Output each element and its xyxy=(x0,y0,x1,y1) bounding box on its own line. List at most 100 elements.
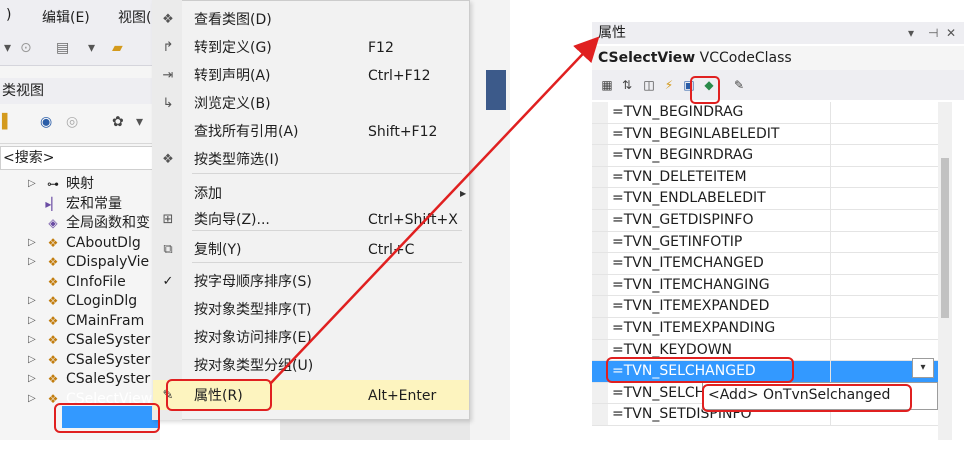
context-menu-item[interactable]: ⇥ 转到声明(A) Ctrl+F12 xyxy=(152,62,470,90)
tree-item[interactable]: ▷ ❖ CAboutDlg xyxy=(0,233,160,253)
tree-item-label: CLoginDlg xyxy=(66,293,138,309)
close-icon[interactable]: ✕ xyxy=(946,22,956,44)
context-menu-item[interactable]: 按对象访问排序(E) xyxy=(152,324,470,352)
context-menu-item[interactable]: ❖ 查看类图(D) xyxy=(152,6,470,34)
settings-gear-icon[interactable]: ✿ xyxy=(112,114,124,130)
context-menu-separator xyxy=(192,230,462,231)
context-menu-item-shortcut: F12 xyxy=(368,40,394,56)
context-menu-item[interactable]: 按对象类型排序(T) xyxy=(152,296,470,324)
expand-arrow-icon[interactable]: ▷ xyxy=(28,291,36,311)
properties-title-bar: 属性 ▾ ⊣ ✕ xyxy=(592,22,964,44)
dropdown-icon[interactable]: ▾ xyxy=(88,40,95,56)
menu-item-view[interactable]: 视图( xyxy=(118,7,151,27)
context-menu-item[interactable]: ✓ 按字母顺序排序(S) xyxy=(152,268,470,296)
expand-arrow-icon[interactable]: ▷ xyxy=(28,252,36,272)
browse-definition-icon: ↳ xyxy=(162,96,174,111)
class-view-title: 类视图 xyxy=(0,78,160,104)
expand-arrow-icon[interactable]: ▷ xyxy=(28,330,36,350)
event-row[interactable]: =TVN_ITEMCHANGING xyxy=(592,274,938,297)
event-row[interactable]: =TVN_GETINFOTIP xyxy=(592,231,938,254)
context-menu-item[interactable]: 按对象类型分组(U) xyxy=(152,352,470,380)
context-menu-item-label: 按对象访问排序(E) xyxy=(194,330,312,346)
tree-item[interactable]: ▷ ❖ CDispalyVie xyxy=(0,252,160,272)
context-menu-item[interactable]: ↳ 浏览定义(B) xyxy=(152,90,470,118)
context-menu-item[interactable]: ❖ 按类型筛选(I) xyxy=(152,146,470,174)
annotation-messages-button-border xyxy=(690,76,720,104)
tree-item[interactable]: ▷ ❖ CSaleSyster xyxy=(0,350,160,370)
property-wrench-icon[interactable]: ✎ xyxy=(730,76,748,94)
global-icon: ◈ xyxy=(48,216,58,230)
context-menu-item[interactable]: ⧉ 复制(Y) Ctrl+C xyxy=(152,236,470,264)
properties-object-selector[interactable]: CSelectView VCCodeClass xyxy=(592,46,964,70)
macro-icon: ▸▏ xyxy=(45,196,61,211)
expand-arrow-icon[interactable]: ▷ xyxy=(28,311,36,331)
tree-item[interactable]: ❖ CInfoFile xyxy=(0,272,160,292)
context-menu-item[interactable]: 添加 ▶ xyxy=(152,180,470,208)
dropdown-icon[interactable]: ▾ xyxy=(136,114,143,130)
check-icon: ✓ xyxy=(162,274,174,289)
handler-dropdown-chevron-down-icon[interactable]: ▾ xyxy=(912,358,934,378)
row-gutter xyxy=(592,318,608,339)
tree-item-label: CSaleSyster xyxy=(66,371,151,387)
context-menu-item[interactable]: ↱ 转到定义(G) F12 xyxy=(152,34,470,62)
row-gutter xyxy=(592,274,608,296)
event-row[interactable]: =TVN_ITEMEXPANDED xyxy=(592,296,938,318)
row-gutter xyxy=(592,123,608,145)
event-row[interactable]: =TVN_ITEMEXPANDING xyxy=(592,318,938,340)
expand-arrow-icon[interactable]: ▷ xyxy=(28,350,36,370)
row-gutter xyxy=(592,296,608,317)
class-icon: ❖ xyxy=(47,294,59,308)
copy-icon: ⧉ xyxy=(163,242,173,257)
tree-item[interactable]: ▷ ❖ CSaleSyster xyxy=(0,330,160,350)
class-icon: ❖ xyxy=(47,352,59,367)
scrollbar-thumb[interactable] xyxy=(941,158,949,318)
forward-icon[interactable]: ◎ xyxy=(66,114,78,130)
context-menu-separator xyxy=(192,173,462,174)
tree-item[interactable]: ▷ ⊶ 映射 xyxy=(0,174,160,194)
row-gutter xyxy=(592,382,608,404)
tree-item[interactable]: ◈ 全局函数和变 xyxy=(0,213,160,233)
folder-icon[interactable]: ▌ xyxy=(2,114,13,130)
property-pages-icon[interactable]: ◫ xyxy=(640,76,658,94)
event-row[interactable]: =TVN_BEGINDRAG xyxy=(592,102,938,124)
row-gutter xyxy=(592,231,608,253)
main-toolbar: ▾ ⊙ ▤ ▾ ▰ xyxy=(0,32,160,66)
column-divider xyxy=(830,166,831,188)
menu-item-edit[interactable]: 编辑(E) xyxy=(42,7,90,27)
goto-definition-icon: ↱ xyxy=(162,40,174,55)
tree-item-label: CAboutDlg xyxy=(66,234,141,251)
context-menu-item-label: 按字母顺序排序(S) xyxy=(194,274,312,290)
open-folder-icon[interactable]: ▰ xyxy=(112,40,123,56)
expand-arrow-icon[interactable]: ▷ xyxy=(28,369,36,389)
event-row[interactable]: =TVN_BEGINRDRAG xyxy=(592,145,938,167)
expand-arrow-icon[interactable]: ▷ xyxy=(28,389,36,409)
new-item-icon[interactable]: ▤ xyxy=(56,40,69,56)
forward-icon[interactable]: ⊙ xyxy=(20,40,32,56)
window-position-dropdown-icon[interactable]: ▾ xyxy=(908,22,914,44)
back-icon[interactable]: ◉ xyxy=(40,114,52,130)
event-row[interactable]: =TVN_ENDLABELEDIT xyxy=(592,188,938,210)
event-row[interactable]: =TVN_BEGINLABELEDIT xyxy=(592,123,938,146)
menu-item-file[interactable]: ) xyxy=(6,7,11,23)
context-menu-item-label: 添加 xyxy=(194,186,222,202)
editor-background xyxy=(470,0,510,440)
pin-icon[interactable]: ⊣ xyxy=(928,22,938,44)
alphabetical-sort-icon[interactable]: ⇅ xyxy=(618,76,636,94)
context-menu-item[interactable]: 查找所有引用(A) Shift+F12 xyxy=(152,118,470,146)
back-dropdown-icon[interactable]: ▾ xyxy=(4,40,11,56)
tree-item[interactable]: ▷ ❖ CMainFram xyxy=(0,311,160,331)
class-icon: ❖ xyxy=(47,372,59,386)
tree-item[interactable]: ▸▏ 宏和常量 xyxy=(0,194,160,214)
expand-arrow-icon[interactable]: ▷ xyxy=(28,174,36,194)
categorized-icon[interactable]: ▦ xyxy=(598,76,616,94)
event-row[interactable]: =TVN_GETDISPINFO xyxy=(592,210,938,232)
event-row[interactable]: =TVN_DELETEITEM xyxy=(592,166,938,189)
column-divider xyxy=(830,123,831,145)
tree-item[interactable]: ▷ ❖ CLoginDlg xyxy=(0,291,160,311)
event-row[interactable]: =TVN_ITEMCHANGED xyxy=(592,253,938,275)
expand-arrow-icon[interactable]: ▷ xyxy=(28,233,36,253)
tree-item[interactable]: ▷ ❖ CSaleSyster xyxy=(0,369,160,389)
class-view-search-input[interactable]: <搜索> xyxy=(0,146,160,170)
context-menu-item-label: 转到定义(G) xyxy=(194,40,272,56)
events-icon[interactable]: ⚡ xyxy=(660,76,678,94)
